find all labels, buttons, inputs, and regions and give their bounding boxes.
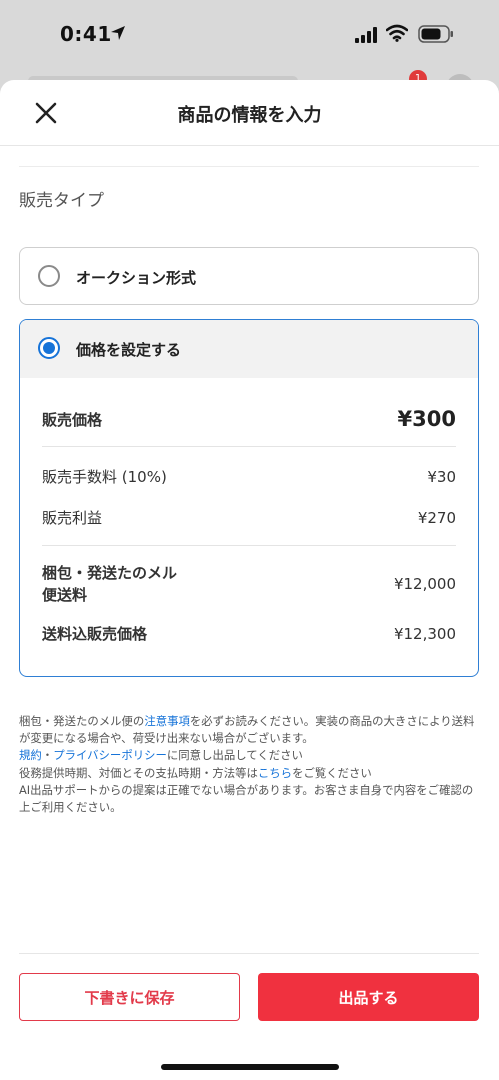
- status-time: 0:41: [60, 22, 112, 46]
- option-fixed-price-header[interactable]: 価格を設定する: [20, 320, 478, 378]
- shipping-label-line1: 梱包・発送たのメル: [42, 564, 178, 582]
- total-row: 送料込販売価格 ¥12,300: [42, 623, 456, 644]
- terms-link[interactable]: 規約: [19, 748, 42, 762]
- total-value: ¥12,300: [393, 624, 456, 643]
- radio-fixed-price[interactable]: [38, 337, 60, 359]
- shipping-label: 梱包・発送たのメル 便送料: [42, 562, 177, 606]
- divider: [42, 446, 456, 447]
- sale-price-label: 販売価格: [42, 410, 103, 429]
- notes-line-1: 梱包・発送たのメル便の注意事項を必ずお読みください。実装の商品の大きさにより送料…: [19, 713, 481, 747]
- location-arrow-icon: [111, 26, 125, 40]
- shipping-label-line2: 便送料: [42, 586, 88, 604]
- caution-link[interactable]: 注意事項: [144, 714, 190, 728]
- fee-label: 販売手数料 (10%): [42, 468, 167, 486]
- save-draft-button[interactable]: 下書きに保存: [19, 973, 240, 1021]
- notes-text: 梱包・発送たのメル便の: [19, 714, 145, 728]
- notes-text: 役務提供時期、対価とその支払時期・方法等は: [19, 765, 258, 780]
- notes-text: に同意し出品してください: [166, 748, 303, 763]
- fee-row: 販売手数料 (10%) ¥30: [42, 466, 456, 487]
- divider: [19, 953, 479, 954]
- total-label: 送料込販売価格: [42, 625, 148, 643]
- status-bar: 0:41: [0, 0, 499, 70]
- submit-listing-button[interactable]: 出品する: [258, 973, 479, 1021]
- home-indicator: [161, 1064, 339, 1070]
- option-auction[interactable]: オークション形式: [19, 247, 479, 305]
- option-auction-label: オークション形式: [76, 269, 197, 287]
- notes-line-3: 役務提供時期、対価とその支払時期・方法等はこちらをご覧ください: [19, 765, 481, 782]
- privacy-policy-link[interactable]: プライバシーポリシー: [53, 748, 167, 762]
- page-title: 商品の情報を入力: [177, 105, 322, 126]
- battery-icon: [418, 25, 453, 43]
- option-fixed-price[interactable]: 価格を設定する 販売価格 ¥300 販売手数料 (10%) ¥30 販売利益 ¥…: [19, 319, 479, 677]
- profit-row: 販売利益 ¥270: [42, 507, 456, 528]
- shipping-value: ¥12,000: [393, 575, 456, 593]
- signal-icon: [355, 27, 377, 43]
- sale-price-row[interactable]: 販売価格 ¥300: [42, 407, 456, 431]
- option-fixed-price-label: 価格を設定する: [76, 341, 182, 359]
- notes-text: をご覧ください: [292, 765, 372, 780]
- sale-price-value[interactable]: ¥300: [398, 407, 456, 431]
- wifi-icon: [386, 24, 408, 42]
- sheet-header: 商品の情報を入力: [0, 80, 499, 146]
- notes-text: ・: [41, 748, 54, 763]
- fee-value: ¥30: [427, 467, 456, 486]
- notes-line-4: AI出品サポートからの提案は正確でない場合があります。お客さま自身で内容をご確認…: [19, 782, 474, 815]
- profit-value: ¥270: [417, 508, 456, 527]
- listing-sheet: 商品の情報を入力 販売タイプ オークション形式 価格を設定する 販売価格 ¥30…: [0, 80, 499, 1080]
- shipping-row: 梱包・発送たのメル 便送料 ¥12,000: [42, 562, 456, 606]
- profit-label: 販売利益: [42, 509, 103, 527]
- divider: [42, 545, 456, 546]
- radio-auction[interactable]: [38, 265, 60, 287]
- sale-type-label: 販売タイプ: [19, 191, 104, 211]
- divider: [19, 166, 479, 167]
- details-link[interactable]: こちら: [258, 766, 292, 780]
- notes-line-2: 規約・プライバシーポリシーに同意し出品してください: [19, 747, 481, 764]
- notes: 梱包・発送たのメル便の注意事項を必ずお読みください。実装の商品の大きさにより送料…: [19, 713, 481, 816]
